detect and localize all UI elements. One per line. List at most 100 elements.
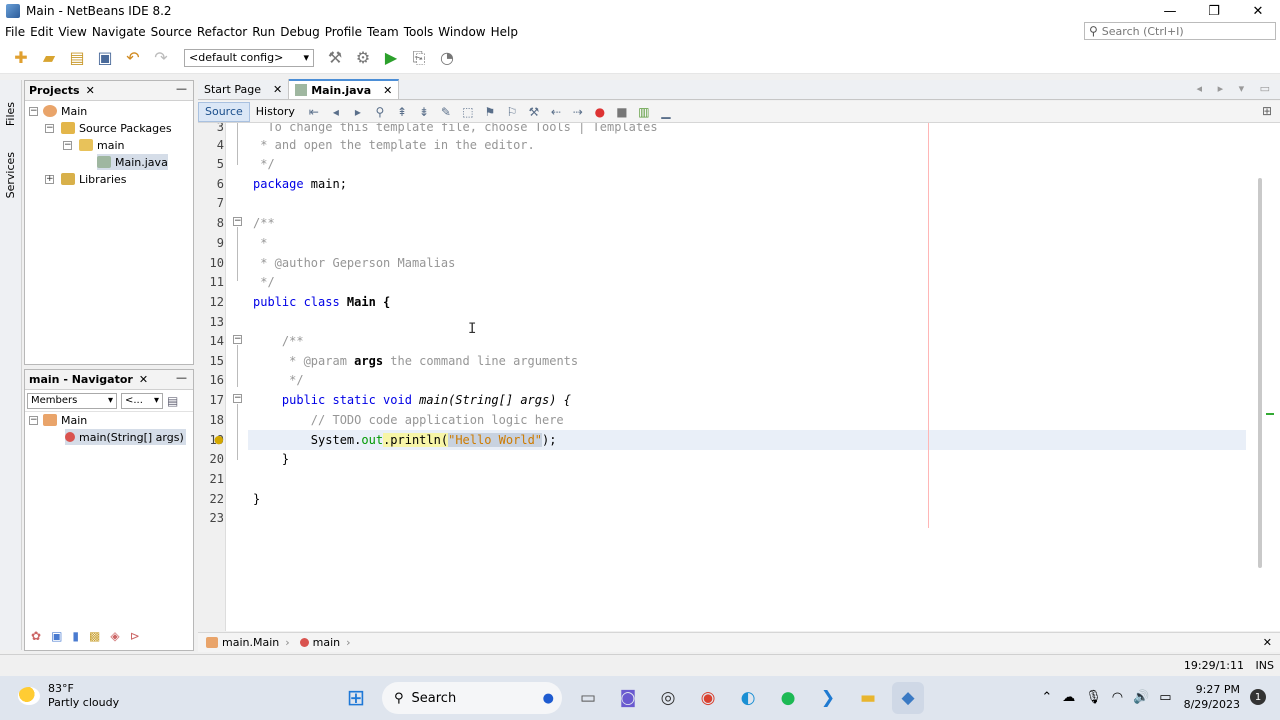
menu-source[interactable]: Source — [151, 25, 192, 39]
previous-bookmark-icon[interactable]: ⚑ — [481, 104, 499, 120]
menu-edit[interactable]: Edit — [30, 25, 53, 39]
find-previous-icon[interactable]: ⇞ — [393, 104, 411, 120]
chevron-up-icon[interactable]: ⌃ — [1041, 690, 1052, 705]
config-select[interactable]: <default config> ▾ — [184, 48, 314, 67]
breadcrumb-method[interactable]: main › — [299, 636, 351, 649]
back-icon[interactable]: ◂ — [327, 104, 345, 120]
tree-item-class-main[interactable]: Main — [43, 412, 87, 428]
clean-build-icon[interactable]: ⚙ — [352, 47, 374, 69]
teams-chat-icon[interactable]: ◙ — [612, 682, 644, 714]
toggle-bookmark-icon[interactable]: ⚒ — [525, 104, 543, 120]
collapse-toggle-package[interactable]: − — [63, 141, 72, 150]
taskbar-search[interactable]: ⚲ Search ● — [382, 682, 562, 714]
files-tab[interactable]: Files — [4, 102, 17, 126]
close-icon[interactable]: ✕ — [1263, 636, 1272, 649]
profile-icon[interactable]: ◔ — [436, 47, 458, 69]
collapse-toggle-root[interactable]: − — [29, 107, 38, 116]
task-view-icon[interactable]: ▭ — [572, 682, 604, 714]
navigator-title[interactable]: main - Navigator — [29, 373, 133, 386]
menu-help[interactable]: Help — [491, 25, 518, 39]
services-tab[interactable]: Services — [4, 152, 17, 198]
chrome-icon[interactable]: ◉ — [692, 682, 724, 714]
navigator-options-icon[interactable]: ▤ — [167, 394, 178, 408]
scope-select[interactable]: <... ▾ — [121, 392, 163, 409]
netbeans-taskbar-icon[interactable]: ◆ — [892, 682, 924, 714]
close-icon[interactable]: ✕ — [86, 84, 95, 97]
filter-nonpublic-icon[interactable]: ▮ — [72, 629, 79, 643]
fold-toggle[interactable]: − — [233, 217, 242, 226]
fold-toggle[interactable]: − — [233, 394, 242, 403]
start-macro-icon[interactable]: ● — [591, 104, 609, 120]
run-icon[interactable]: ▶ — [380, 47, 402, 69]
filter-static-icon[interactable]: ▣ — [51, 629, 62, 643]
history-view-button[interactable]: History — [250, 102, 301, 122]
last-edit-icon[interactable]: ⇤ — [305, 104, 323, 120]
notification-badge[interactable]: 1 — [1250, 689, 1266, 705]
menu-window[interactable]: Window — [438, 25, 485, 39]
new-project-icon[interactable]: ▰ — [38, 47, 60, 69]
tree-item-package-main[interactable]: main — [79, 137, 124, 153]
tree-item-project-main[interactable]: Main — [43, 103, 87, 119]
shift-left-icon[interactable]: ⇠ — [547, 104, 565, 120]
minimize-icon[interactable]: — — [176, 371, 187, 384]
expand-toggle-libraries[interactable]: + — [45, 175, 54, 184]
menu-team[interactable]: Team — [367, 25, 399, 39]
toggle-rect-select-icon[interactable]: ⬚ — [459, 104, 477, 120]
file-explorer-icon[interactable]: ▬ — [852, 682, 884, 714]
search-input[interactable]: ⚲ Search (Ctrl+I) — [1084, 22, 1276, 40]
wifi-icon[interactable]: ◠ — [1112, 690, 1123, 705]
weather-widget[interactable]: 83°F Partly cloudy — [18, 682, 119, 710]
spotify-icon[interactable]: ● — [772, 682, 804, 714]
menu-debug[interactable]: Debug — [280, 25, 319, 39]
forward-icon[interactable]: ▸ — [349, 104, 367, 120]
edge-icon[interactable]: ◐ — [732, 682, 764, 714]
volume-icon[interactable]: 🔊 — [1133, 690, 1149, 705]
next-bookmark-icon[interactable]: ⚐ — [503, 104, 521, 120]
close-icon[interactable]: ✕ — [273, 83, 282, 96]
filter-lock-icon[interactable]: ▩ — [89, 629, 100, 643]
split-editor-icon[interactable]: ⊞ — [1262, 104, 1272, 118]
toggle-highlight-icon[interactable]: ✎ — [437, 104, 455, 120]
shift-right-icon[interactable]: ⇢ — [569, 104, 587, 120]
tree-item-source-packages[interactable]: Source Packages — [61, 120, 172, 136]
close-icon[interactable]: ✕ — [139, 373, 148, 386]
redo-icon[interactable]: ↷ — [150, 47, 172, 69]
obs-icon[interactable]: ◎ — [652, 682, 684, 714]
minimize-button[interactable]: — — [1148, 0, 1192, 22]
save-all-icon[interactable]: ▣ — [94, 47, 116, 69]
projects-title[interactable]: Projects — [29, 84, 80, 97]
close-button[interactable]: ✕ — [1236, 0, 1280, 22]
close-icon[interactable]: ✕ — [383, 84, 392, 97]
maximize-button[interactable]: ❐ — [1192, 0, 1236, 22]
tree-item-main-java[interactable]: Main.java — [97, 154, 168, 170]
menu-view[interactable]: View — [58, 25, 86, 39]
vertical-scrollbar[interactable] — [1258, 178, 1262, 568]
tab-start-page[interactable]: Start Page ✕ — [198, 79, 290, 99]
tree-item-libraries[interactable]: Libraries — [61, 171, 127, 187]
onedrive-icon[interactable]: ☁ — [1062, 690, 1075, 705]
menu-navigate[interactable]: Navigate — [92, 25, 146, 39]
undo-icon[interactable]: ↶ — [122, 47, 144, 69]
windows-start-icon[interactable]: ⊞ — [340, 682, 372, 714]
menu-tools[interactable]: Tools — [404, 25, 434, 39]
battery-icon[interactable]: ▭ — [1159, 690, 1171, 705]
new-file-icon[interactable]: ✚ — [10, 47, 32, 69]
tab-scroll-controls[interactable]: ◂ ▸ ▾ ▭ — [1197, 82, 1276, 95]
collapse-toggle-class[interactable]: − — [29, 416, 38, 425]
members-select[interactable]: Members ▾ — [27, 392, 117, 409]
fold-toggle[interactable]: − — [233, 335, 242, 344]
sort-icon[interactable]: ⊳ — [130, 629, 140, 643]
filter-fields-icon[interactable]: ✿ — [31, 629, 41, 643]
minimize-icon[interactable]: — — [176, 82, 187, 95]
find-icon[interactable]: ⚲ — [371, 104, 389, 120]
find-next-icon[interactable]: ⇟ — [415, 104, 433, 120]
tab-main-java[interactable]: Main.java ✕ — [289, 79, 400, 99]
collapse-toggle-sources[interactable]: − — [45, 124, 54, 133]
code-area[interactable]: 3 To change this template file, choose T… — [198, 123, 1248, 631]
comment-icon[interactable]: ▥ — [635, 104, 653, 120]
stop-macro-icon[interactable]: ■ — [613, 104, 631, 120]
code-editor[interactable]: 3 To change this template file, choose T… — [198, 123, 1280, 631]
tree-item-method-main[interactable]: main(String[] args) — [65, 429, 186, 445]
menu-file[interactable]: File — [5, 25, 25, 39]
filter-inherited-icon[interactable]: ◈ — [110, 629, 119, 643]
